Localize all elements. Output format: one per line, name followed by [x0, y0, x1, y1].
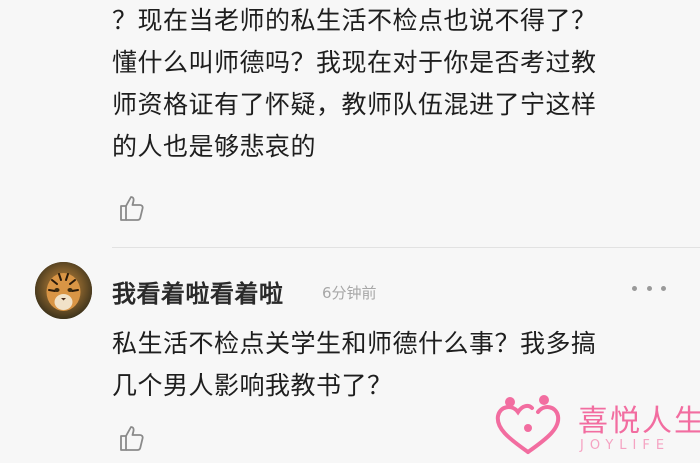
tiger-avatar [35, 262, 92, 319]
more-dots-icon [661, 285, 666, 291]
thumbs-up-icon[interactable] [117, 423, 147, 453]
joylife-watermark: 喜悦人生 JOYLIFE [488, 392, 700, 463]
comment-username[interactable]: 我看着啦看着啦 [112, 274, 284, 309]
watermark-sub: JOYLIFE [580, 438, 671, 453]
thumbs-up-icon[interactable] [117, 193, 147, 223]
comment-divider [112, 247, 700, 248]
comment-text: ？现在当老师的私生活不检点也说不得了？ 懂什么叫师德吗？我现在对于你是否考过教 … [112, 6, 597, 161]
watermark-name: 喜悦人生 [578, 404, 700, 439]
more-dots-icon [632, 285, 637, 291]
user-avatar[interactable] [35, 262, 92, 319]
more-dots-icon [646, 285, 652, 291]
comment-timestamp: 6分钟前 [322, 284, 377, 302]
more-options-button[interactable] [632, 280, 666, 296]
hearts-logo-icon [495, 395, 561, 454]
